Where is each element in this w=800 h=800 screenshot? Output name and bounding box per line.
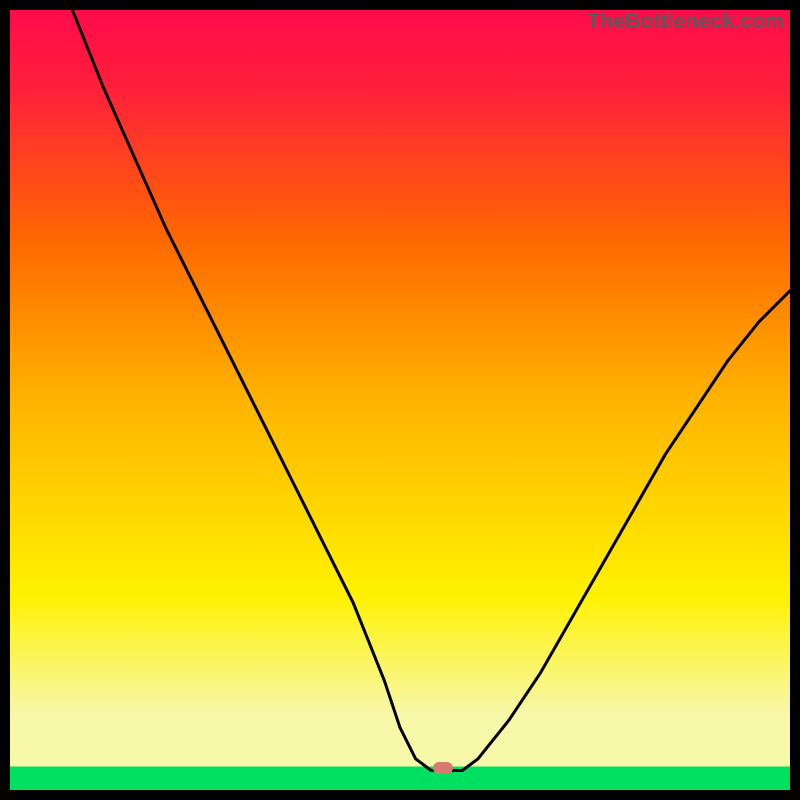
outer-frame: TheBottleneck.com bbox=[0, 0, 800, 800]
optimal-point-marker bbox=[433, 762, 453, 774]
plot-area: TheBottleneck.com bbox=[10, 10, 790, 790]
watermark-text: TheBottleneck.com bbox=[587, 10, 784, 34]
bottleneck-curve bbox=[10, 10, 790, 790]
